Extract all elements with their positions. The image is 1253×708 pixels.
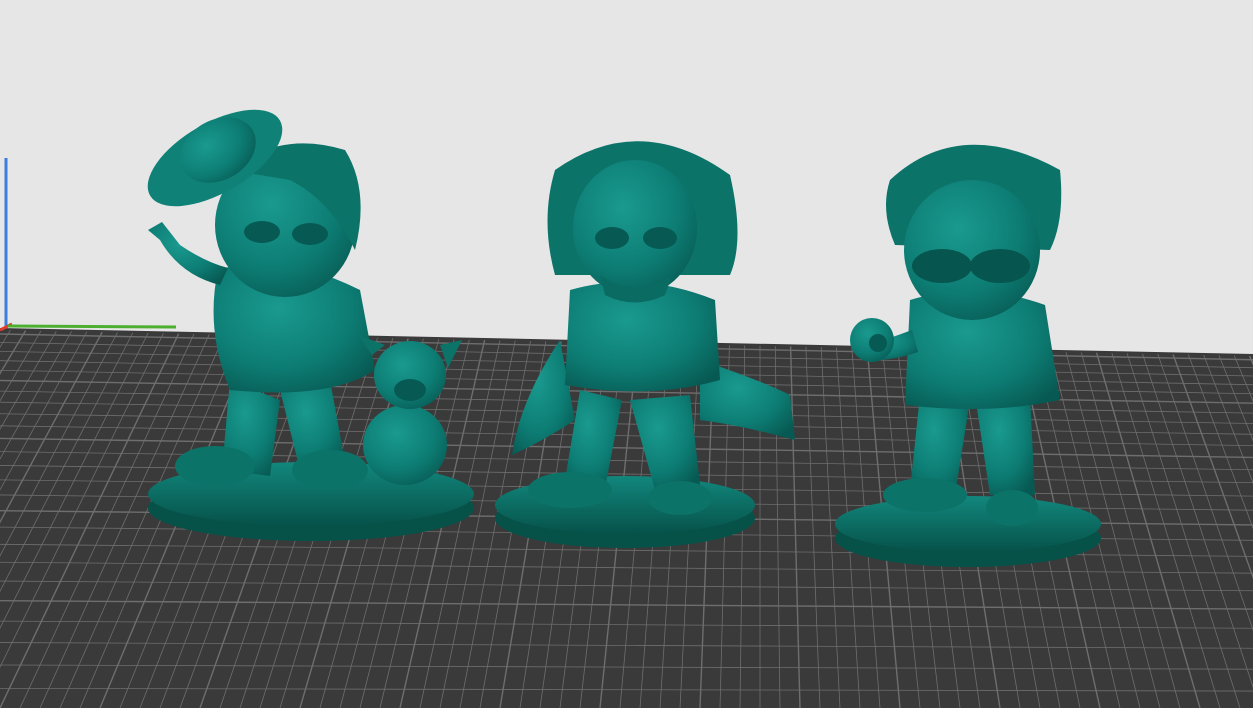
viewport-scene[interactable] bbox=[0, 0, 1253, 708]
3d-viewport[interactable] bbox=[0, 0, 1253, 708]
y-axis-line bbox=[7, 324, 177, 329]
